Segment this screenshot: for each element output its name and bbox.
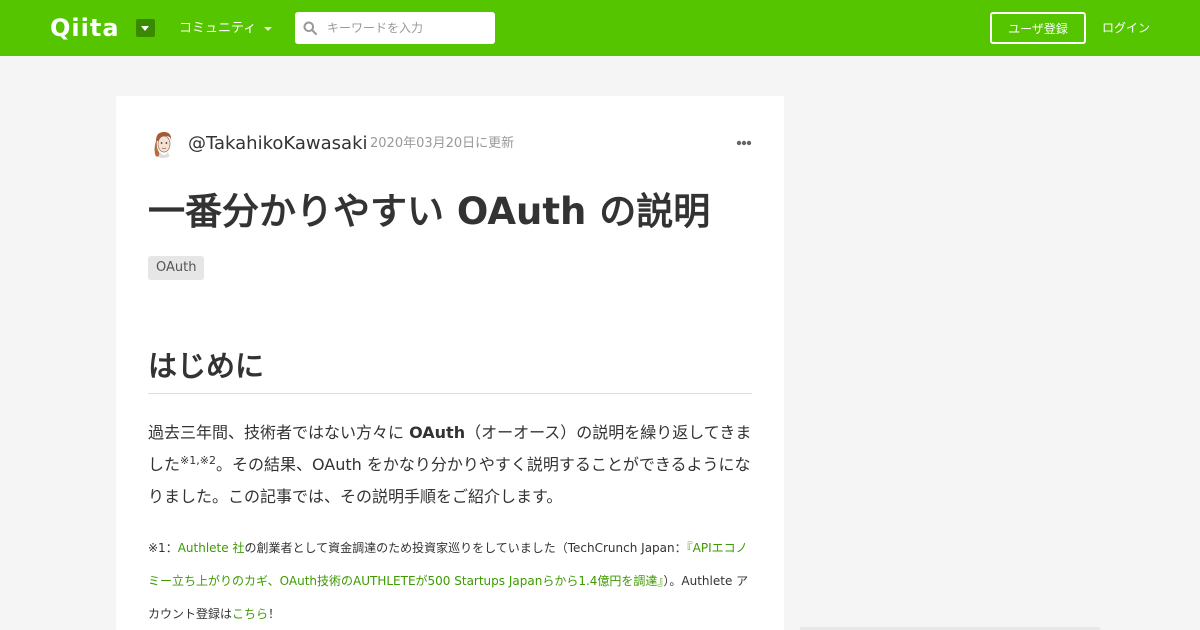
qiita-logo[interactable]: Qiita xyxy=(50,14,120,42)
signup-here-link[interactable]: こちら xyxy=(232,607,268,621)
section-heading: はじめに xyxy=(148,349,265,383)
signup-button[interactable]: ユーザ登録 xyxy=(990,12,1086,44)
heading-divider xyxy=(148,393,752,394)
updated-date: 2020年03月20日に更新 xyxy=(370,136,515,151)
search-input[interactable] xyxy=(327,12,487,44)
footnote-text-1: の創業者として資金調達のため投資家巡りをしていました（TechCrunch Ja… xyxy=(244,541,687,555)
search-box[interactable] xyxy=(295,12,495,44)
article-card: @TakahikoKawasaki 2020年03月20日に更新 一番分かりやす… xyxy=(116,96,784,630)
intro-text-3: 。その結果、OAuth をかなり分かりやすく説明することができるようになりました… xyxy=(148,455,751,506)
site-header: Qiita コミュニティ ユーザ登録 ログイン xyxy=(0,0,1200,56)
more-horizontal-icon[interactable] xyxy=(736,140,752,146)
community-label: コミュニティ xyxy=(179,21,257,36)
footnote-suffix: ！ xyxy=(268,607,281,621)
footnote-1: ※1：Authlete 社の創業者として資金調達のため投資家巡りをしていました（… xyxy=(148,532,752,630)
authlete-link[interactable]: Authlete 社 xyxy=(178,541,245,555)
author-name[interactable]: @TakahikoKawasaki xyxy=(188,132,368,156)
article-title: 一番分かりやすい OAuth の説明 xyxy=(148,190,711,233)
footnote-prefix: ※1： xyxy=(148,541,178,555)
login-link[interactable]: ログイン xyxy=(1102,19,1150,37)
tag-oauth[interactable]: OAuth xyxy=(148,256,205,280)
chevron-down-icon xyxy=(264,27,273,31)
footnote-ref[interactable]: ※1,※2 xyxy=(180,454,216,467)
intro-paragraph: 過去三年間、技術者ではない方々に OAuth（オーオース）の説明を繰り返してきま… xyxy=(148,417,752,513)
logo-dropdown-button[interactable] xyxy=(136,19,155,37)
search-icon xyxy=(303,21,317,35)
intro-bold-oauth: OAuth xyxy=(409,423,466,442)
intro-text-1: 過去三年間、技術者ではない方々に xyxy=(148,423,410,442)
community-menu[interactable]: コミュニティ xyxy=(179,20,273,38)
avatar[interactable] xyxy=(148,128,178,158)
